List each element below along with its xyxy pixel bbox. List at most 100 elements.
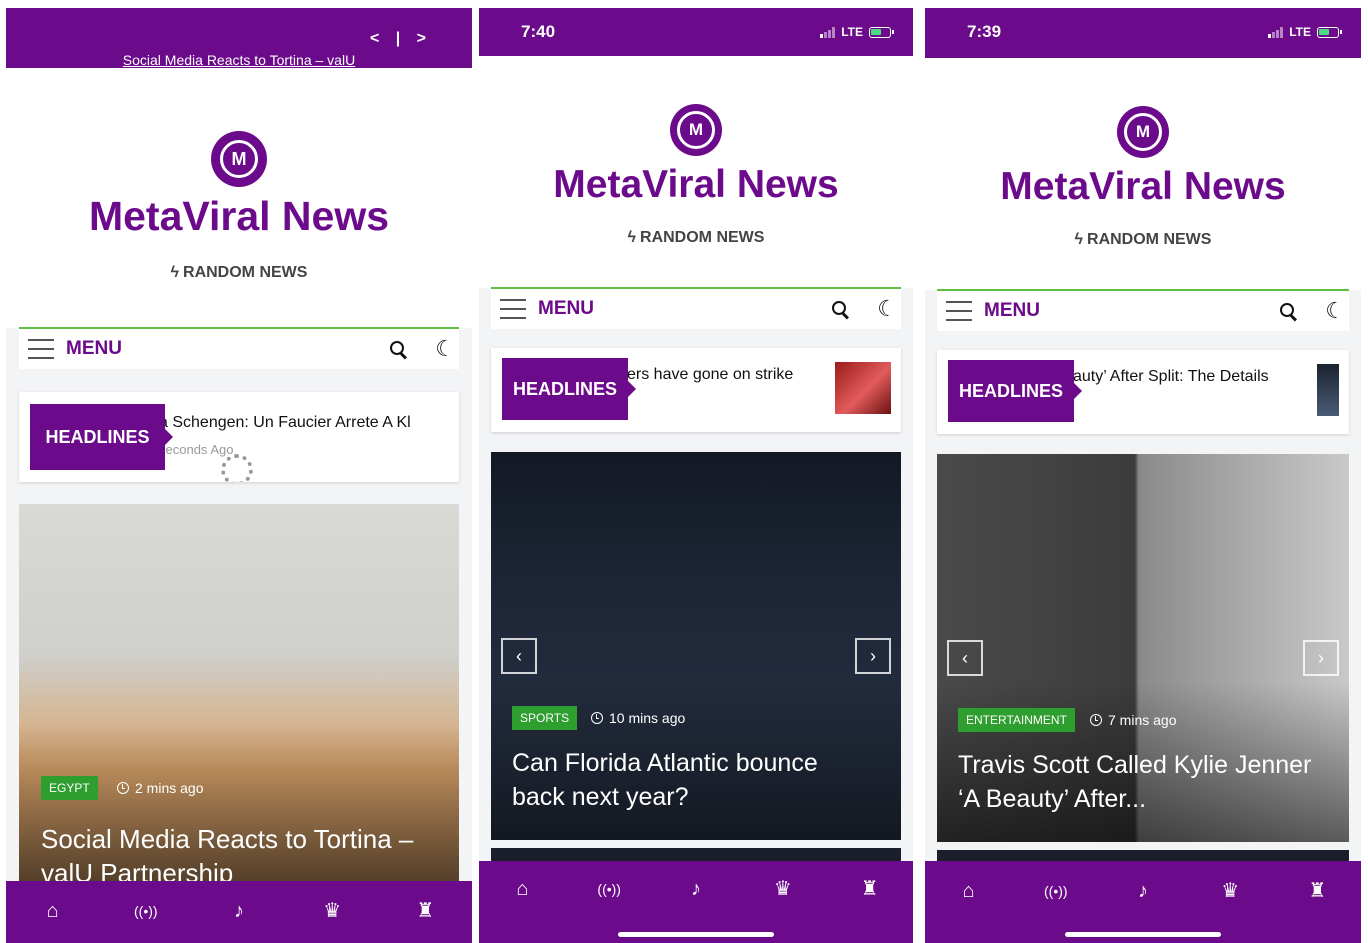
- card-title[interactable]: Travis Scott Called Kylie Jenner ‘A Beau…: [958, 748, 1319, 816]
- headlines-badge: HEADLINES: [30, 404, 173, 470]
- signal-icon: [820, 26, 836, 38]
- category-badge[interactable]: SPORTS: [512, 706, 578, 730]
- chevron-right-icon[interactable]: ›: [1303, 640, 1339, 676]
- moon-icon[interactable]: ☾: [435, 338, 455, 360]
- ticker-controls[interactable]: < | >: [370, 30, 432, 48]
- home-icon[interactable]: ⌂: [33, 899, 73, 923]
- home-icon[interactable]: ⌂: [949, 879, 989, 903]
- featured-card[interactable]: EGYPT 2 mins ago Social Media Reacts to …: [19, 504, 459, 884]
- headline-text[interactable]: ers have gone on strike: [627, 366, 831, 384]
- random-news-link[interactable]: ϟ RANDOM NEWS: [6, 264, 472, 282]
- bar-icons: ☾: [1279, 300, 1345, 322]
- random-news-link[interactable]: ϟ RANDOM NEWS: [925, 231, 1361, 249]
- phone-screen-3: 7:39 LTE M MetaViral News ϟ RANDOM NEWS M…: [925, 8, 1361, 943]
- search-icon[interactable]: [389, 340, 407, 358]
- megaphone-icon[interactable]: ♪: [676, 877, 716, 901]
- trophy-icon[interactable]: ♛: [1210, 879, 1250, 903]
- headline-text[interactable]: auty’ After Split: The Details: [1073, 368, 1279, 386]
- ticker-bar: < | > Social Media Reacts to Tortina – v…: [6, 8, 472, 68]
- moon-icon[interactable]: ☾: [877, 298, 897, 320]
- gift-icon[interactable]: ♜: [1297, 879, 1337, 903]
- category-badge[interactable]: ENTERTAINMENT: [958, 708, 1075, 732]
- network-label: LTE: [841, 25, 863, 39]
- bar-icons: ☾: [831, 298, 897, 320]
- featured-card[interactable]: ‹ › SPORTS 10 mins ago Can Florida Atlan…: [491, 452, 901, 840]
- headlines-ticker: HEADLINES ers have gone on strike: [491, 348, 901, 432]
- logo-icon[interactable]: M: [1117, 106, 1169, 158]
- logo-icon[interactable]: M: [211, 131, 267, 187]
- site-header: M MetaViral News ϟ RANDOM NEWS: [925, 58, 1361, 290]
- post-time-label: 7 mins ago: [1108, 712, 1177, 728]
- headline-thumbnail[interactable]: [1317, 364, 1339, 416]
- menu-label[interactable]: MENU: [538, 298, 594, 320]
- logo-mark: M: [677, 111, 715, 149]
- logo-mark: M: [220, 140, 258, 178]
- random-news-link[interactable]: ϟ RANDOM NEWS: [479, 229, 913, 247]
- phone-screen-2: 7:40 LTE M MetaViral News ϟ RANDOM NEWS M…: [479, 8, 913, 943]
- post-time-label: 10 mins ago: [609, 710, 686, 726]
- logo-icon[interactable]: M: [670, 104, 722, 156]
- chevron-right-icon[interactable]: ›: [855, 638, 891, 674]
- card-title[interactable]: Social Media Reacts to Tortina – valU Pa…: [41, 822, 439, 884]
- card-title[interactable]: Can Florida Atlantic bounce back next ye…: [512, 746, 871, 814]
- site-title[interactable]: MetaViral News: [925, 165, 1361, 209]
- logo-letter: M: [1135, 122, 1151, 141]
- headlines-badge: HEADLINES: [502, 358, 636, 420]
- search-icon[interactable]: [1279, 302, 1297, 320]
- menu-label[interactable]: MENU: [66, 338, 122, 360]
- headlines-ticker: HEADLINES auty’ After Split: The Details: [937, 350, 1349, 434]
- post-time: 7 mins ago: [1090, 712, 1176, 728]
- random-news-label: RANDOM NEWS: [183, 264, 308, 281]
- live-icon[interactable]: ((•)): [589, 877, 629, 901]
- live-icon[interactable]: ((•)): [126, 899, 166, 923]
- loading-spinner-icon: [221, 454, 253, 482]
- status-time: 7:39: [967, 22, 1002, 41]
- signal-icon: [1268, 26, 1284, 38]
- home-indicator[interactable]: [1065, 932, 1221, 937]
- headlines-ticker: HEADLINES a Schengen: Un Faucier Arrete …: [19, 392, 459, 482]
- post-time: 10 mins ago: [591, 710, 685, 726]
- network-label: LTE: [1289, 25, 1311, 39]
- bottom-nav: ⌂ ((•)) ♪ ♛ ♜: [6, 881, 472, 943]
- bolt-icon: ϟ: [1074, 231, 1084, 248]
- featured-card[interactable]: ‹ › ENTERTAINMENT 7 mins ago Travis Scot…: [937, 454, 1349, 842]
- random-news-label: RANDOM NEWS: [1087, 231, 1212, 248]
- status-right: LTE: [1268, 25, 1342, 39]
- chevron-left-icon[interactable]: ‹: [947, 640, 983, 676]
- gift-icon[interactable]: ♜: [405, 899, 445, 923]
- ticker-headline[interactable]: Social Media Reacts to Tortina – valU: [6, 52, 472, 68]
- status-time: 7:40: [521, 22, 556, 41]
- site-title[interactable]: MetaViral News: [479, 163, 913, 207]
- logo-letter: M: [688, 120, 704, 139]
- hamburger-icon[interactable]: [946, 301, 972, 321]
- site-header: M MetaViral News ϟ RANDOM NEWS: [479, 56, 913, 288]
- home-icon[interactable]: ⌂: [502, 877, 542, 901]
- moon-icon[interactable]: ☾: [1325, 300, 1345, 322]
- clock-icon: [117, 782, 129, 794]
- headline-text[interactable]: a Schengen: Un Faucier Arrete A Kl: [159, 414, 451, 432]
- chevron-left-icon[interactable]: ‹: [501, 638, 537, 674]
- category-badge[interactable]: EGYPT: [41, 776, 98, 800]
- random-news-label: RANDOM NEWS: [640, 229, 765, 246]
- trophy-icon[interactable]: ♛: [763, 877, 803, 901]
- megaphone-icon[interactable]: ♪: [1123, 879, 1163, 903]
- megaphone-icon[interactable]: ♪: [219, 899, 259, 923]
- menu-label[interactable]: MENU: [984, 300, 1040, 322]
- trophy-icon[interactable]: ♛: [312, 899, 352, 923]
- gift-icon[interactable]: ♜: [850, 877, 890, 901]
- battery-icon: [869, 26, 894, 38]
- battery-icon: [1317, 26, 1342, 38]
- site-header: M MetaViral News ϟ RANDOM NEWS: [6, 68, 472, 328]
- site-title[interactable]: MetaViral News: [6, 193, 472, 240]
- search-icon[interactable]: [831, 300, 849, 318]
- status-bar: 7:39 LTE: [925, 8, 1361, 58]
- post-time: 2 mins ago: [117, 780, 203, 796]
- live-icon[interactable]: ((•)): [1036, 879, 1076, 903]
- bar-icons: ☾: [389, 338, 455, 360]
- headline-thumbnail[interactable]: [835, 362, 891, 414]
- bolt-icon: ϟ: [170, 264, 180, 281]
- hamburger-icon[interactable]: [28, 339, 54, 359]
- status-bar: 7:40 LTE: [479, 8, 913, 56]
- hamburger-icon[interactable]: [500, 299, 526, 319]
- home-indicator[interactable]: [618, 932, 774, 937]
